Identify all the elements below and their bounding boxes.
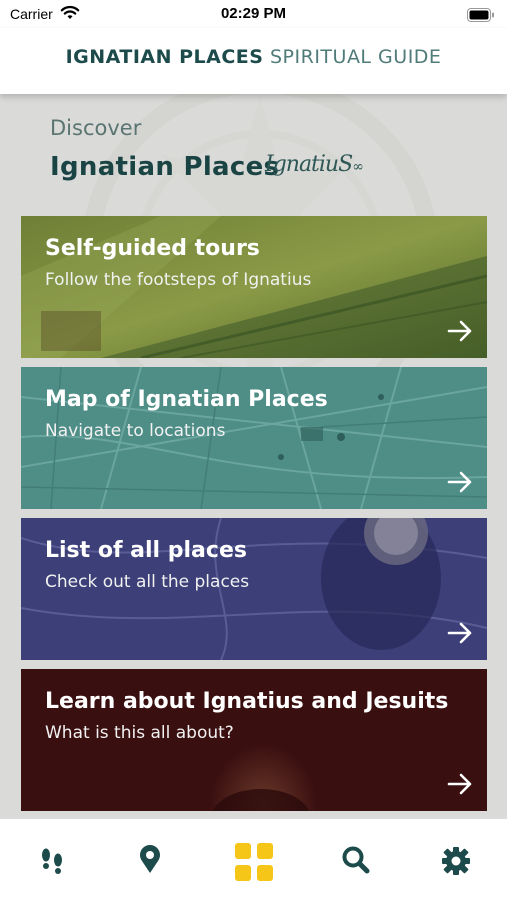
card-learn-about-ignatius[interactable]: Learn about Ignatius and Jesuits What is…	[21, 669, 487, 811]
battery-icon	[467, 7, 495, 26]
ignatius500-logo: IgnatiuS∞	[265, 152, 364, 177]
card-title: List of all places	[45, 538, 247, 563]
card-map-of-places[interactable]: Map of Ignatian Places Navigate to locat…	[21, 367, 487, 509]
tab-map[interactable]	[130, 841, 170, 881]
app-header: IGNATIAN PLACES SPIRITUAL GUIDE	[0, 28, 507, 94]
tab-bar	[0, 818, 507, 901]
discover-label: Discover	[50, 116, 142, 140]
card-subtitle: What is this all about?	[45, 723, 234, 743]
card-self-guided-tours[interactable]: Self-guided tours Follow the footsteps o…	[21, 216, 487, 358]
arrow-right-icon	[447, 320, 472, 342]
arrow-right-icon	[447, 622, 472, 644]
card-subtitle: Check out all the places	[45, 572, 250, 592]
card-title: Map of Ignatian Places	[45, 387, 328, 412]
card-subtitle: Follow the footsteps of Ignatius	[45, 270, 312, 290]
tab-search[interactable]	[336, 841, 376, 881]
tab-home[interactable]	[233, 841, 273, 881]
footprints-icon	[42, 848, 62, 874]
tab-settings[interactable]	[436, 841, 476, 881]
tab-tours[interactable]	[32, 841, 72, 881]
page-heading: Ignatian Places	[50, 152, 280, 182]
card-subtitle: Navigate to locations	[45, 421, 226, 441]
clock: 02:29 PM	[220, 5, 287, 22]
app-title: IGNATIAN PLACES SPIRITUAL GUIDE	[0, 46, 507, 68]
card-list-of-places[interactable]: List of all places Check out all the pla…	[21, 518, 487, 660]
map-pin-icon	[140, 845, 160, 873]
arrow-right-icon	[447, 773, 472, 795]
app-title-bold: IGNATIAN PLACES	[65, 46, 264, 68]
arrow-right-icon	[447, 471, 472, 493]
app-title-light: SPIRITUAL GUIDE	[270, 46, 442, 68]
status-bar: Carrier 02:29 PM	[0, 0, 507, 28]
grid-icon	[235, 843, 273, 881]
gear-icon	[442, 847, 470, 875]
search-icon	[342, 846, 370, 874]
card-title: Self-guided tours	[45, 236, 260, 261]
card-title: Learn about Ignatius and Jesuits	[45, 689, 449, 714]
home-content[interactable]: Discover Ignatian Places IgnatiuS∞ Self-…	[0, 94, 507, 818]
